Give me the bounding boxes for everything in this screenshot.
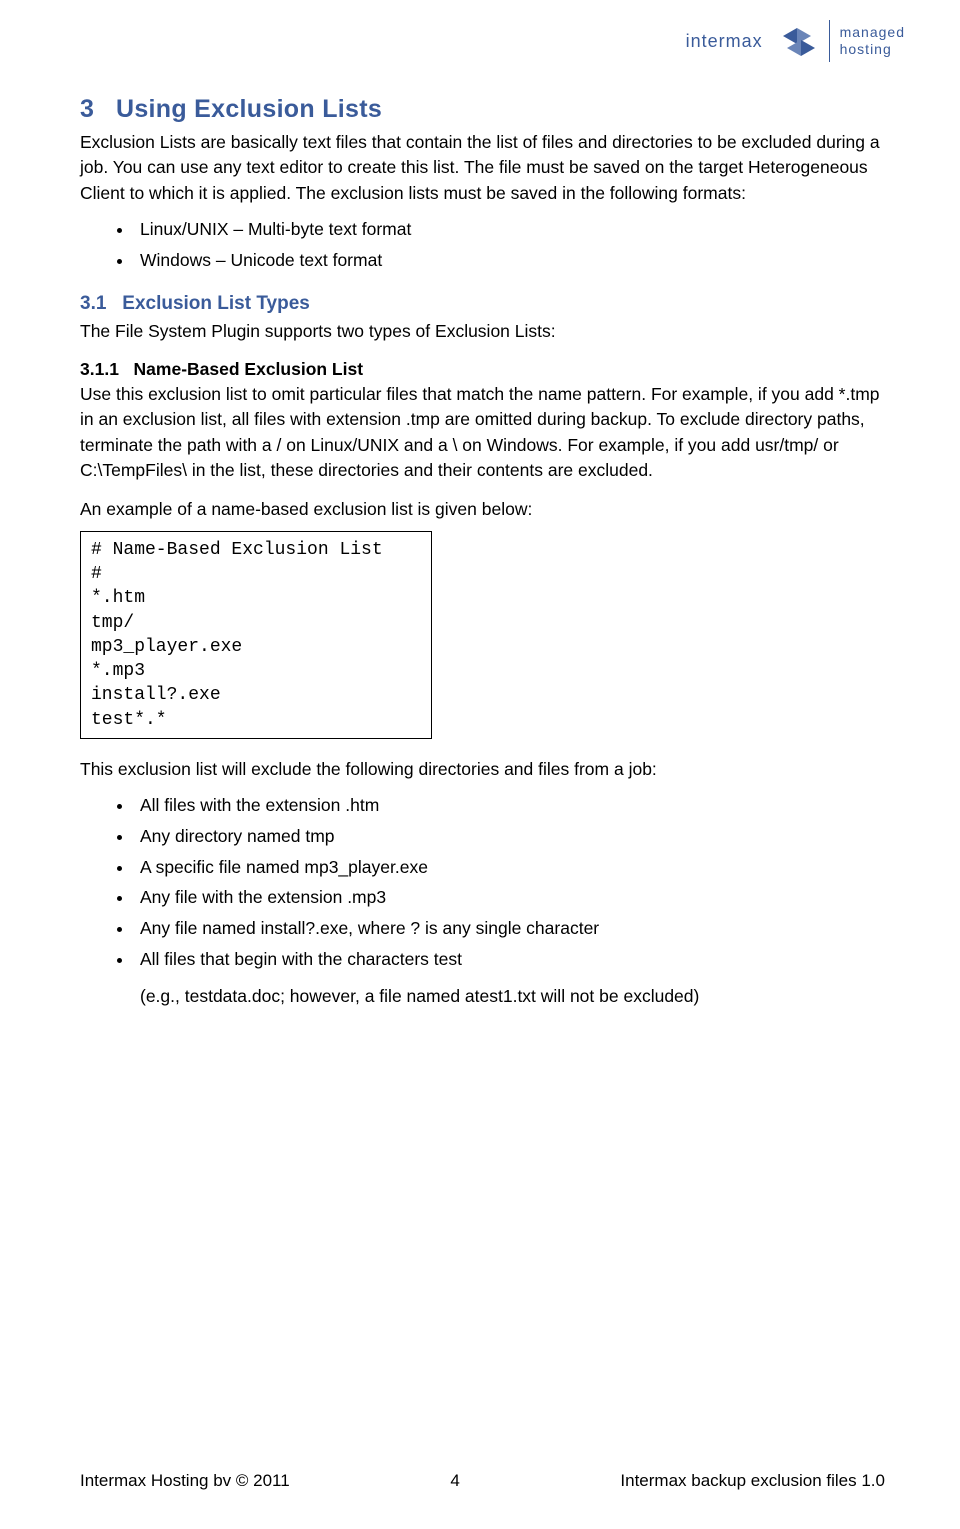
- list-item: Any file named install?.exe, where ? is …: [134, 913, 885, 944]
- body-paragraph: Use this exclusion list to omit particul…: [80, 382, 885, 484]
- list-item: All files with the extension .htm: [134, 790, 885, 821]
- list-item: Any directory named tmp: [134, 821, 885, 852]
- list-item: All files that begin with the characters…: [134, 944, 885, 975]
- formats-list: Linux/UNIX – Multi-byte text format Wind…: [80, 214, 885, 275]
- footer-left: Intermax Hosting bv © 2011: [80, 1471, 290, 1491]
- list-item: Linux/UNIX – Multi-byte text format: [134, 214, 885, 245]
- page-body: 3 Using Exclusion Lists Exclusion Lists …: [0, 0, 960, 1529]
- footer-page-number: 4: [450, 1471, 459, 1491]
- list-note: (e.g., testdata.doc; however, a file nam…: [80, 984, 885, 1009]
- subsection-heading: 3.1 Exclusion List Types: [80, 293, 885, 315]
- exclusion-results-list: All files with the extension .htm Any di…: [80, 790, 885, 974]
- list-item: Any file with the extension .mp3: [134, 882, 885, 913]
- subsection-intro: The File System Plugin supports two type…: [80, 319, 885, 344]
- body-paragraph: This exclusion list will exclude the fol…: [80, 757, 885, 782]
- page-footer: Intermax Hosting bv © 2011 4 Intermax ba…: [80, 1471, 885, 1491]
- subsubsection-heading: 3.1.1 Name-Based Exclusion List: [80, 359, 885, 380]
- footer-right: Intermax backup exclusion files 1.0: [620, 1471, 885, 1491]
- code-example: # Name-Based Exclusion List # *.htm tmp/…: [80, 531, 432, 739]
- section-intro: Exclusion Lists are basically text files…: [80, 130, 885, 206]
- body-paragraph: An example of a name-based exclusion lis…: [80, 497, 885, 522]
- list-item: Windows – Unicode text format: [134, 245, 885, 276]
- section-heading: 3 Using Exclusion Lists: [80, 95, 885, 124]
- list-item: A specific file named mp3_player.exe: [134, 852, 885, 883]
